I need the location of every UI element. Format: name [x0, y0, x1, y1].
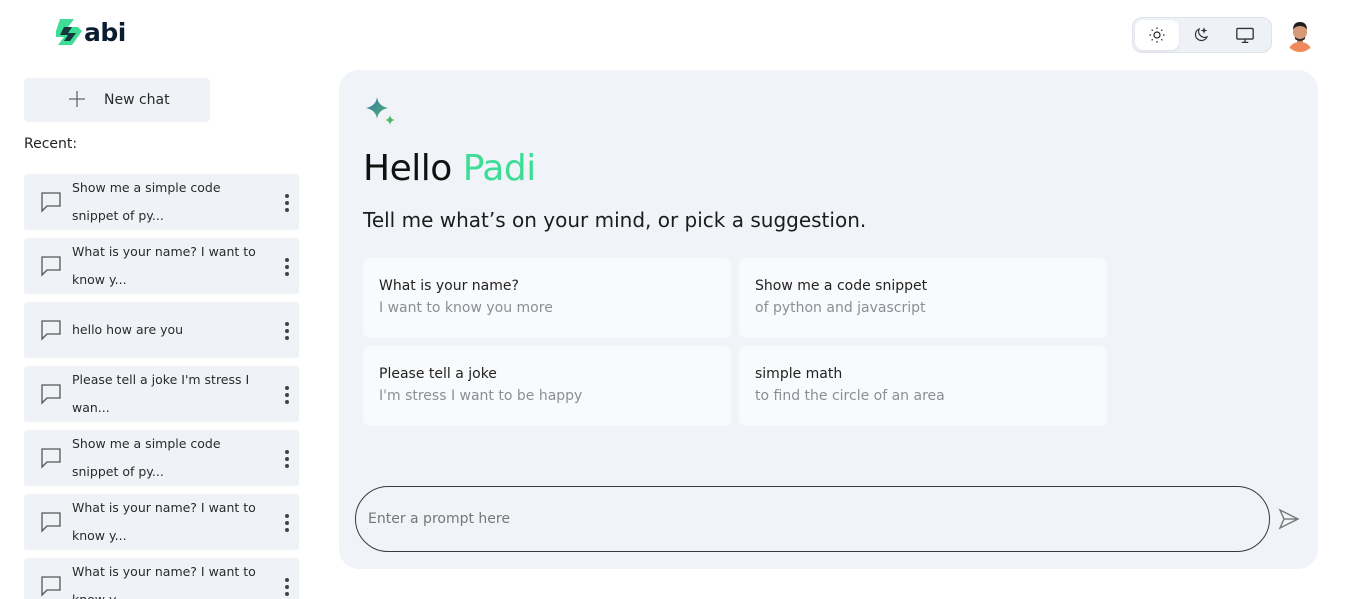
list-item[interactable]: Please tell a joke I'm stress I wan... — [24, 366, 299, 422]
chat-bubble-icon — [41, 320, 61, 341]
brand-logo[interactable]: abi — [54, 14, 126, 50]
suggestion-title: Show me a code snippet — [755, 278, 928, 294]
suggestion-title: simple math — [755, 366, 843, 382]
more-options-icon[interactable] — [282, 192, 292, 214]
chat-title: What is your name? I want to know y... — [72, 500, 256, 543]
chat-bubble-icon — [41, 384, 61, 405]
chat-bubble-icon — [41, 512, 61, 533]
chat-title: Show me a simple code snippet of py... — [72, 436, 221, 479]
chat-bubble-icon — [41, 576, 61, 597]
logo-icon — [56, 19, 82, 45]
recent-heading: Recent: — [24, 136, 78, 152]
sparkle-icon — [366, 97, 395, 125]
user-name: Padi — [462, 148, 537, 189]
user-avatar[interactable] — [1284, 18, 1316, 52]
more-options-icon[interactable] — [282, 512, 292, 534]
recent-chat-list: Show me a simple code snippet of py... W… — [24, 174, 299, 599]
plus-icon — [69, 91, 85, 107]
logo-text: abi — [84, 17, 126, 47]
theme-dark-button[interactable] — [1179, 20, 1223, 50]
suggestion-subtitle: I want to know you more — [379, 300, 553, 316]
suggestion-subtitle: I'm stress I want to be happy — [379, 388, 583, 404]
suggestion-subtitle: to find the circle of an area — [755, 388, 945, 404]
prompt-input[interactable] — [355, 486, 1270, 552]
new-chat-button[interactable]: New chat — [24, 78, 210, 122]
greeting-subtitle: Tell me what’s on your mind, or pick a s… — [363, 208, 867, 232]
list-item[interactable]: What is your name? I want to know y... — [24, 558, 299, 599]
chat-title: hello how are you — [72, 322, 184, 337]
chat-bubble-icon — [41, 192, 61, 213]
suggestion-title: What is your name? — [379, 278, 519, 294]
suggestion-card[interactable]: simple math to find the circle of an are… — [739, 346, 1107, 426]
monitor-icon — [1236, 27, 1254, 44]
suggestion-title: Please tell a joke — [379, 366, 497, 382]
chat-bubble-icon — [41, 448, 61, 469]
list-item[interactable]: hello how are you — [24, 302, 299, 358]
new-chat-label: New chat — [104, 92, 170, 108]
more-options-icon[interactable] — [282, 256, 292, 278]
suggestion-card[interactable]: Show me a code snippet of python and jav… — [739, 258, 1107, 338]
suggestion-subtitle: of python and javascript — [755, 300, 926, 316]
more-options-icon[interactable] — [282, 448, 292, 470]
chat-bubble-icon — [41, 256, 61, 277]
moon-icon — [1194, 27, 1209, 42]
more-options-icon[interactable] — [282, 384, 292, 406]
suggestion-card[interactable]: Please tell a joke I'm stress I want to … — [363, 346, 731, 426]
more-options-icon[interactable] — [282, 576, 292, 598]
theme-switcher — [1132, 17, 1272, 53]
list-item[interactable]: Show me a simple code snippet of py... — [24, 174, 299, 230]
greeting-heading: Hello Padi — [363, 148, 536, 189]
chat-title: What is your name? I want to know y... — [72, 564, 256, 599]
theme-light-button[interactable] — [1135, 20, 1179, 50]
sun-icon — [1149, 27, 1165, 43]
list-item[interactable]: Show me a simple code snippet of py... — [24, 430, 299, 486]
list-item[interactable]: What is your name? I want to know y... — [24, 494, 299, 550]
chat-title: Show me a simple code snippet of py... — [72, 180, 221, 223]
more-options-icon[interactable] — [282, 320, 292, 342]
greeting-text: Hello — [363, 148, 452, 189]
chat-title: Please tell a joke I'm stress I wan... — [72, 372, 250, 415]
theme-system-button[interactable] — [1223, 20, 1267, 50]
send-icon[interactable] — [1277, 507, 1301, 531]
chat-main-panel: Hello Padi Tell me what’s on your mind, … — [339, 70, 1318, 569]
list-item[interactable]: What is your name? I want to know y... — [24, 238, 299, 294]
chat-title: What is your name? I want to know y... — [72, 244, 256, 287]
suggestion-card[interactable]: What is your name? I want to know you mo… — [363, 258, 731, 338]
